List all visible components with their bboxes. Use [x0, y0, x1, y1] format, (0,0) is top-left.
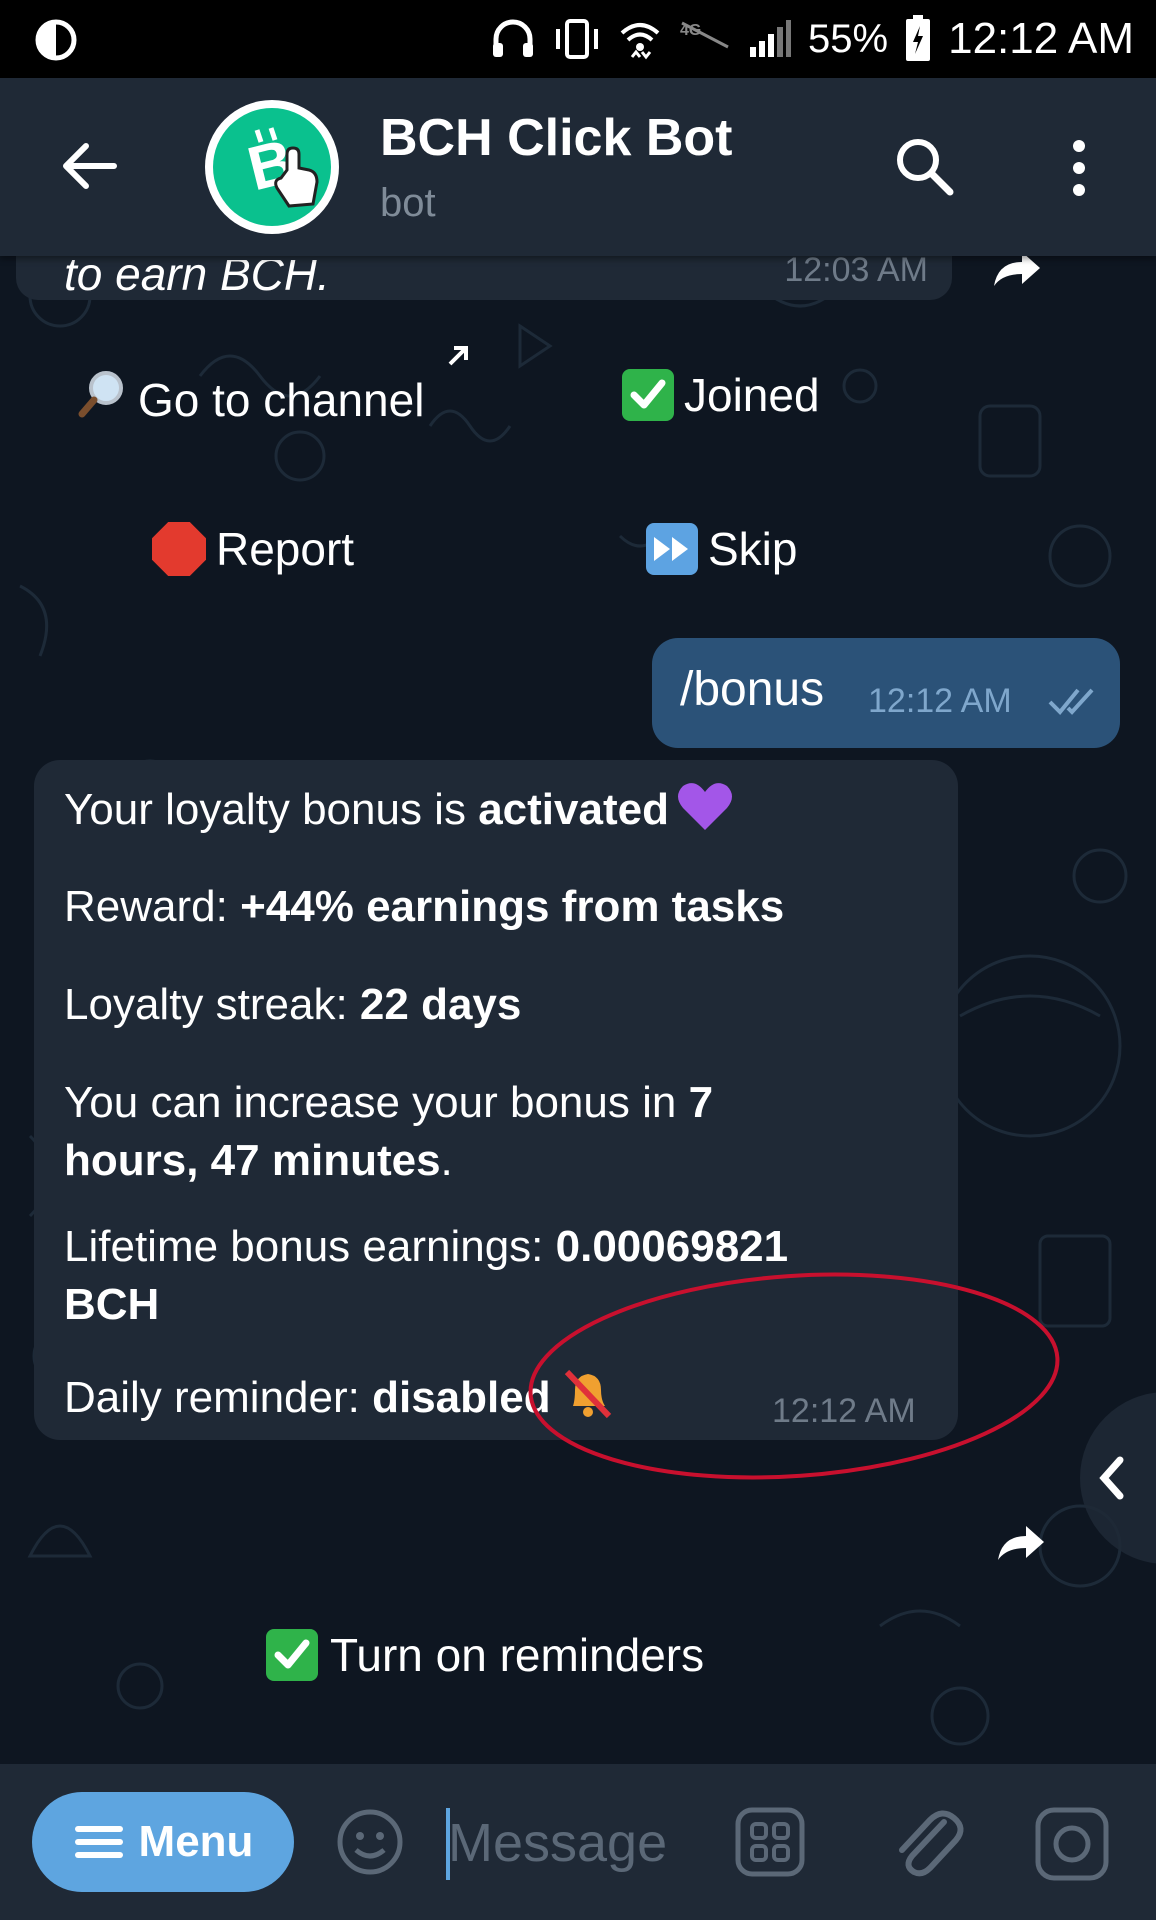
battery-icon	[904, 14, 932, 64]
joined-button[interactable]: Joined	[622, 368, 820, 422]
chat-area[interactable]: to earn BCH. 12:03 AM Go to channel Join…	[0, 256, 1156, 1764]
go-to-channel-button[interactable]: Go to channel	[76, 368, 424, 431]
menu-button[interactable]: Menu	[32, 1792, 294, 1892]
button-label: Report	[216, 523, 355, 575]
outgoing-message-bubble[interactable]: /bonus 12:12 AM	[652, 638, 1120, 748]
button-label: Skip	[708, 523, 798, 575]
external-link-icon	[444, 342, 472, 375]
bonus-message-bubble[interactable]: Your loyalty bonus is activated Reward: …	[34, 760, 958, 1440]
button-label: Joined	[684, 369, 820, 421]
paperclip-icon[interactable]	[888, 1800, 968, 1884]
streak-line: Loyalty streak: 22 days	[64, 980, 522, 1029]
message-time: 12:12 AM	[868, 682, 1012, 720]
message-text: to earn BCH.	[64, 260, 330, 300]
chat-header: B BCH Click Bot bot	[0, 78, 1156, 256]
lifetime-earnings-line: Lifetime bonus earnings: 0.00069821 BCH	[64, 1222, 789, 1329]
check-icon	[266, 1629, 318, 1681]
fast-forward-icon	[646, 523, 698, 575]
vibrate-icon	[552, 17, 602, 61]
skip-button[interactable]: Skip	[646, 522, 797, 576]
scroll-handle[interactable]	[1080, 1392, 1156, 1564]
signal-icon	[748, 17, 792, 61]
avatar[interactable]: B	[205, 100, 339, 234]
bonus-status-line: Your loyalty bonus is activated	[64, 780, 733, 839]
purple-heart-icon	[677, 780, 733, 832]
menu-label: Menu	[138, 1817, 254, 1866]
status-time: 12:12 AM	[948, 14, 1134, 63]
previous-message-bubble[interactable]: to earn BCH. 12:03 AM	[16, 256, 952, 300]
camera-icon[interactable]	[1034, 1806, 1110, 1882]
status-bar: 4G 55% 12:12 AM	[0, 0, 1156, 78]
forward-icon[interactable]	[992, 256, 1042, 288]
more-vert-icon[interactable]	[1062, 134, 1096, 204]
hamburger-icon	[74, 1826, 123, 1858]
message-input-bar: Menu	[0, 1764, 1156, 1920]
headphones-icon	[490, 17, 536, 61]
message-time: 12:12 AM	[772, 1392, 916, 1430]
double-check-icon	[1048, 686, 1100, 716]
button-label: Turn on reminders	[330, 1629, 705, 1681]
reward-line: Reward: +44% earnings from tasks	[64, 882, 785, 931]
chat-subtitle: bot	[380, 181, 436, 225]
magnifier-icon	[76, 368, 128, 431]
emoji-icon[interactable]	[334, 1806, 406, 1878]
stop-sign-icon	[152, 522, 206, 576]
battery-percent: 55%	[808, 16, 889, 61]
chevron-left-icon	[1099, 1456, 1124, 1500]
4g-icon: 4G	[678, 17, 732, 61]
wifi-icon	[618, 17, 662, 61]
back-arrow-icon[interactable]	[58, 134, 122, 198]
turn-on-reminders-button[interactable]: Turn on reminders	[266, 1628, 704, 1682]
reminder-status-line: Daily reminder: disabled	[64, 1364, 617, 1427]
report-button[interactable]: Report	[152, 522, 354, 576]
button-label: Go to channel	[138, 373, 425, 426]
bitcoin-cash-click-icon: B	[213, 108, 331, 226]
chat-title: BCH Click Bot	[380, 109, 733, 167]
search-icon[interactable]	[890, 132, 960, 202]
bell-off-icon	[559, 1364, 617, 1422]
forward-icon[interactable]	[996, 1522, 1046, 1562]
bot-commands-icon[interactable]	[734, 1806, 806, 1878]
message-time: 12:03 AM	[784, 256, 928, 289]
message-input[interactable]	[448, 1798, 708, 1888]
message-text: /bonus	[680, 663, 825, 716]
increase-line: You can increase your bonus in 7 hours, 4…	[64, 1078, 714, 1185]
check-icon	[622, 369, 674, 421]
contrast-icon	[34, 18, 78, 62]
